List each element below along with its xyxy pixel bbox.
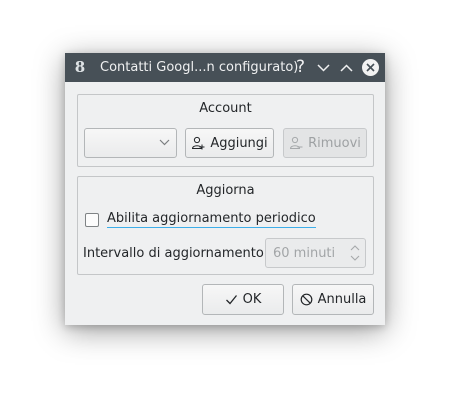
interval-spinbox[interactable]: 60 minuti — [265, 238, 366, 268]
account-group: Account Aggiungi Rimuovi — [77, 94, 374, 167]
close-button[interactable] — [361, 58, 380, 77]
refresh-group: Aggiorna Abilita aggiornamento periodico… — [77, 176, 374, 275]
periodic-refresh-checkbox[interactable] — [85, 212, 99, 227]
ok-button[interactable]: OK — [202, 284, 284, 315]
add-account-label: Aggiungi — [210, 135, 268, 151]
periodic-refresh-option[interactable]: Abilita aggiornamento periodico — [85, 211, 316, 228]
remove-account-button[interactable]: Rimuovi — [283, 128, 367, 158]
checkmark-icon — [225, 295, 237, 305]
remove-user-icon — [290, 136, 303, 149]
ok-label: OK — [242, 292, 262, 307]
add-user-icon — [192, 136, 205, 150]
spin-arrows-icon[interactable] — [349, 243, 361, 263]
interval-label: Intervallo di aggiornamento: — [83, 246, 269, 261]
app-icon: 8 — [74, 58, 86, 76]
account-combobox[interactable] — [84, 128, 177, 158]
minimize-icon — [317, 63, 330, 72]
help-icon: ? — [295, 57, 306, 77]
minimize-button[interactable] — [314, 58, 333, 77]
account-group-title: Account — [199, 101, 252, 116]
help-button[interactable]: ? — [291, 58, 310, 77]
dialog-body: Account Aggiungi Rimuovi Aggiorna Abilit… — [65, 82, 385, 325]
maximize-button[interactable] — [337, 58, 356, 77]
titlebar[interactable]: 8 Contatti Googl...n configurato) ? — [65, 53, 385, 82]
refresh-group-title: Aggiorna — [196, 183, 255, 198]
cancel-icon — [300, 293, 312, 306]
window-title: Contatti Googl...n configurato) — [100, 60, 299, 75]
dialog-window: 8 Contatti Googl...n configurato) ? Acco… — [65, 53, 385, 325]
cancel-button[interactable]: Annulla — [292, 284, 374, 315]
remove-account-label: Rimuovi — [308, 135, 361, 151]
close-icon — [366, 63, 375, 72]
interval-value: 60 minuti — [273, 246, 336, 261]
cancel-label: Annulla — [317, 292, 367, 307]
periodic-refresh-label[interactable]: Abilita aggiornamento periodico — [107, 211, 316, 228]
chevron-down-icon — [159, 139, 170, 146]
maximize-icon — [340, 63, 353, 72]
add-account-button[interactable]: Aggiungi — [185, 128, 274, 158]
